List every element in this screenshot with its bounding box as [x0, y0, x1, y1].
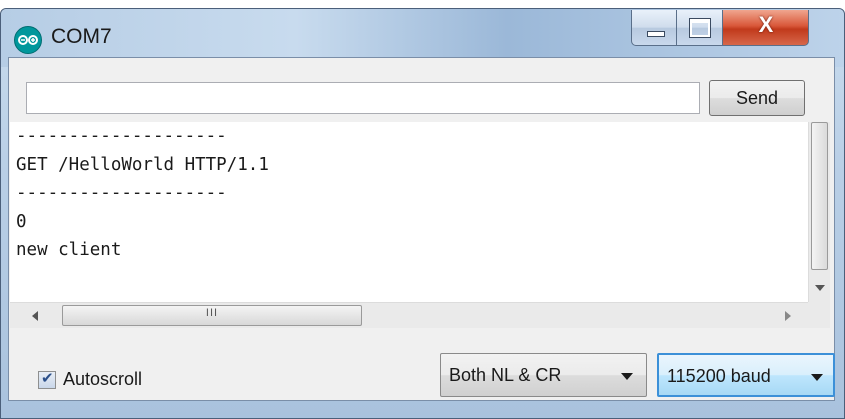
autoscroll-label: Autoscroll: [63, 369, 143, 389]
chevron-down-icon: [811, 374, 823, 381]
scrollbar-corner: [808, 302, 830, 328]
output-line: --------------------: [16, 126, 227, 146]
serial-output-area[interactable]: -------------------- GET /HelloWorld HTT…: [10, 122, 808, 302]
line-ending-value: Both NL & CR: [449, 365, 562, 385]
chevron-down-icon: [621, 373, 633, 380]
scroll-down-arrow-icon[interactable]: [815, 285, 825, 291]
scroll-right-arrow-icon[interactable]: [785, 311, 791, 321]
close-button[interactable]: X: [723, 10, 809, 46]
serial-send-input[interactable]: [26, 82, 700, 114]
maximize-button[interactable]: [677, 10, 723, 46]
horizontal-scrollbar[interactable]: III: [10, 302, 808, 328]
output-line: --------------------: [16, 183, 227, 203]
scroll-left-arrow-icon[interactable]: [32, 311, 38, 321]
vertical-scrollbar[interactable]: [808, 122, 830, 302]
baud-rate-value: 115200 baud: [667, 366, 771, 386]
send-button[interactable]: Send: [709, 80, 805, 116]
checkbox-checked-icon[interactable]: [38, 369, 56, 389]
vertical-scroll-thumb[interactable]: [811, 122, 828, 270]
arduino-icon: [14, 26, 42, 54]
window-title: COM7: [51, 25, 112, 48]
minimize-button[interactable]: [631, 10, 677, 46]
grip-icon: III: [205, 307, 219, 319]
line-ending-select[interactable]: Both NL & CR: [440, 353, 647, 397]
baud-rate-select[interactable]: 115200 baud: [657, 353, 835, 397]
output-line: new client: [16, 240, 122, 260]
close-icon: X: [758, 12, 774, 37]
horizontal-scroll-thumb[interactable]: III: [62, 305, 362, 326]
output-line: GET /HelloWorld HTTP/1.1: [16, 154, 269, 175]
output-line: 0: [16, 211, 27, 232]
